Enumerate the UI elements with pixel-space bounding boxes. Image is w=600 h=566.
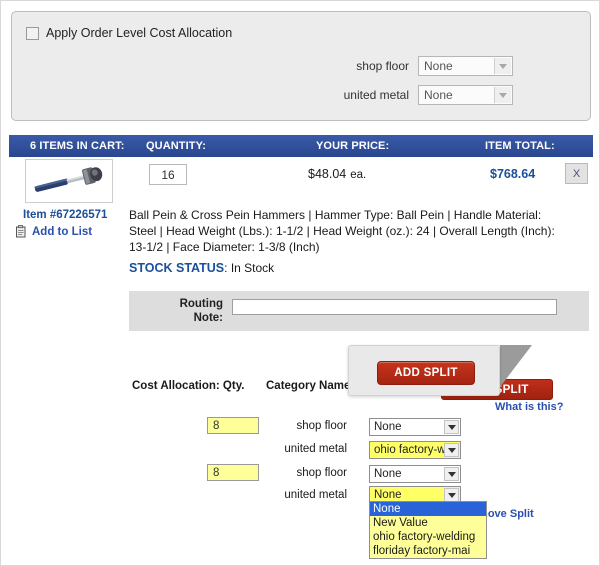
routing-note-input[interactable] xyxy=(232,299,557,315)
stock-status-separator: : xyxy=(224,261,231,275)
split-2-shop-floor-select[interactable]: None xyxy=(369,465,461,483)
routing-note-label-line2: Note: xyxy=(193,312,223,324)
product-description: Ball Pein & Cross Pein Hammers | Hammer … xyxy=(129,208,555,254)
product-thumbnail[interactable] xyxy=(25,159,113,203)
split-1-shop-floor-select[interactable]: None xyxy=(369,418,461,436)
stock-status-label: STOCK STATUS xyxy=(129,261,225,275)
order-shop-floor-field: shop floor None xyxy=(319,56,513,76)
add-to-list-link[interactable]: Add to List xyxy=(15,225,92,238)
what-is-this-link[interactable]: What is this? xyxy=(495,401,563,413)
order-united-metal-label: united metal xyxy=(343,88,409,102)
split-2-shop-floor-label: shop floor xyxy=(296,467,347,479)
cart-header-quantity: QUANTITY: xyxy=(146,140,206,152)
split-qty-input-1[interactable]: 8 xyxy=(207,417,259,434)
add-split-tooltip-panel: ADD SPLIT xyxy=(348,345,500,396)
order-shop-floor-select[interactable]: None xyxy=(418,56,513,76)
item-number[interactable]: Item #67226571 xyxy=(23,209,107,221)
dropdown-option-none[interactable]: None xyxy=(370,502,486,516)
routing-note-label-line1: Routing xyxy=(179,298,223,310)
split-1-united-metal-value: ohio factory-we xyxy=(374,444,452,456)
routing-note-label: Routing Note: xyxy=(155,297,223,325)
your-price: $48.04 ea. xyxy=(308,167,366,181)
cart-header-items-in-cart: 6 ITEMS IN CART: xyxy=(30,140,125,152)
dropdown-option-new-value[interactable]: New Value xyxy=(370,516,486,530)
dropdown-option-floriday-factory-mai[interactable]: floriday factory-mai xyxy=(370,544,486,558)
item-total-value: $768.64 xyxy=(490,167,536,181)
tooltip-tail xyxy=(500,345,532,387)
cart-page: Apply Order Level Cost Allocation shop f… xyxy=(0,0,600,566)
cost-allocation-qty-heading: Cost Allocation: Qty. xyxy=(132,380,245,392)
cart-header-bar: 6 ITEMS IN CART: QUANTITY: YOUR PRICE: I… xyxy=(9,135,593,157)
order-united-metal-select[interactable]: None xyxy=(418,85,513,105)
your-price-value: $48.04 xyxy=(308,167,347,181)
stock-status-value: In Stock xyxy=(230,261,275,275)
split-qty-value-2: 8 xyxy=(213,466,220,479)
stock-status: STOCK STATUS: In Stock xyxy=(129,261,274,275)
clipboard-icon xyxy=(16,225,26,238)
chevron-down-icon[interactable] xyxy=(444,443,459,457)
order-united-metal-value: None xyxy=(424,88,453,102)
cost-allocation-category-heading: Category Name: xyxy=(266,380,355,392)
split-qty-input-2[interactable]: 8 xyxy=(207,464,259,481)
add-split-tooltip-button[interactable]: ADD SPLIT xyxy=(377,361,475,385)
split-1-shop-floor-label: shop floor xyxy=(296,420,347,432)
remove-item-button[interactable]: X xyxy=(565,163,588,184)
add-to-list-label: Add to List xyxy=(32,225,93,238)
quantity-input[interactable]: 16 xyxy=(149,164,187,185)
add-split-tooltip-button-label: ADD SPLIT xyxy=(394,367,458,379)
cart-header-your-price: YOUR PRICE: xyxy=(316,140,390,152)
chevron-down-icon xyxy=(494,58,511,74)
order-united-metal-field: united metal None xyxy=(319,85,513,105)
your-price-unit: ea. xyxy=(350,169,367,181)
close-icon: X xyxy=(572,167,581,180)
split-2-united-metal-value: None xyxy=(374,489,402,501)
dropdown-option-ohio-factory-welding[interactable]: ohio factory-welding xyxy=(370,530,486,544)
apply-order-level-cost-allocation-label: Apply Order Level Cost Allocation xyxy=(46,26,233,40)
split-2-united-metal-label: united metal xyxy=(284,489,347,501)
order-level-cost-allocation-panel: Apply Order Level Cost Allocation shop f… xyxy=(11,11,591,121)
routing-note-section: Routing Note: xyxy=(129,291,589,331)
split-1-shop-floor-value: None xyxy=(374,421,402,433)
ball-pein-hammer-icon xyxy=(26,160,112,202)
chevron-down-icon[interactable] xyxy=(444,488,459,502)
split-1-united-metal-label: united metal xyxy=(284,443,347,455)
chevron-down-icon[interactable] xyxy=(444,420,459,434)
split-qty-value-1: 8 xyxy=(213,419,220,432)
quantity-value: 16 xyxy=(161,167,175,182)
order-shop-floor-label: shop floor xyxy=(356,59,409,73)
apply-order-level-cost-allocation-row[interactable]: Apply Order Level Cost Allocation xyxy=(26,26,232,40)
order-shop-floor-value: None xyxy=(424,59,453,73)
chevron-down-icon xyxy=(494,87,511,103)
split-2-united-metal-dropdown-list[interactable]: None New Value ohio factory-welding flor… xyxy=(369,501,487,559)
split-2-shop-floor-value: None xyxy=(374,468,402,480)
apply-order-level-cost-allocation-checkbox[interactable] xyxy=(26,26,39,40)
split-1-united-metal-select[interactable]: ohio factory-we xyxy=(369,441,461,459)
chevron-down-icon[interactable] xyxy=(444,467,459,481)
cart-header-item-total: ITEM TOTAL: xyxy=(485,140,555,152)
